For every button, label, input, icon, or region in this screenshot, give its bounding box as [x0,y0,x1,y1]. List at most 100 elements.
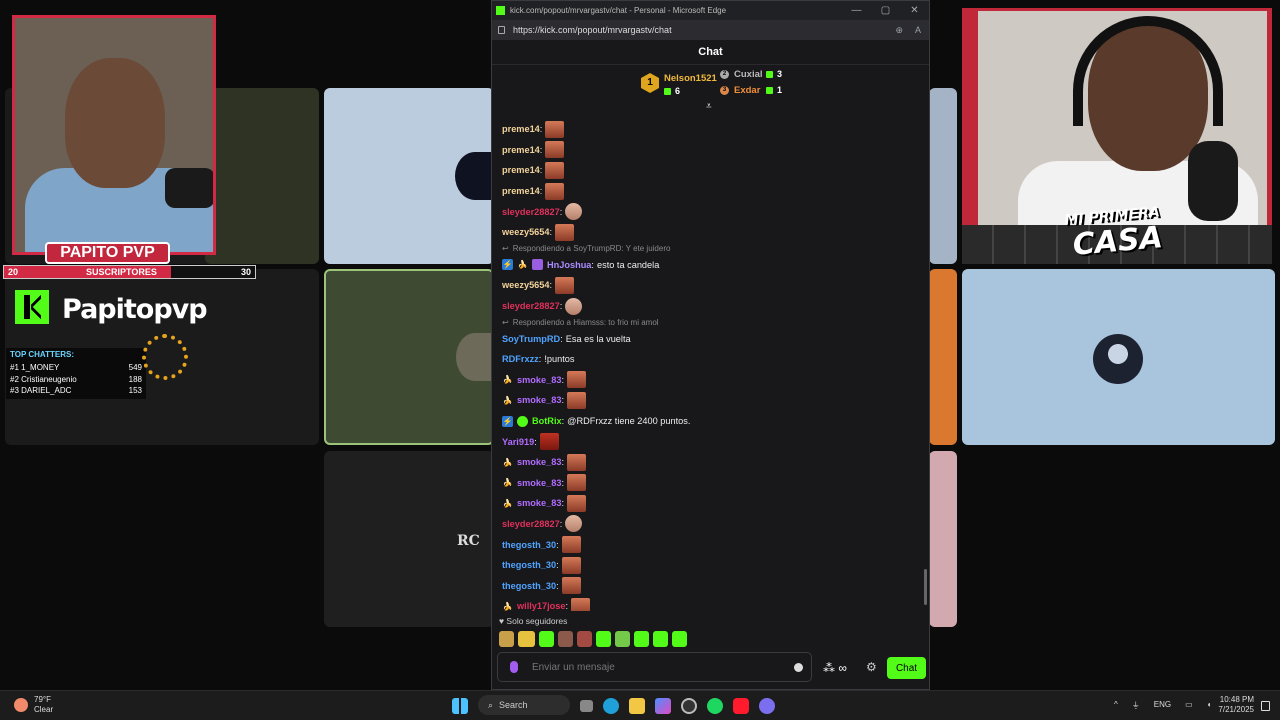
leader-third-name[interactable]: Exdar [734,85,760,96]
chat-username[interactable]: RDFrxzz [502,354,539,364]
emote-image[interactable] [545,182,565,200]
chat-message-input[interactable] [532,661,794,673]
taskbar-search[interactable]: ⌕ Search [478,695,570,715]
emote-button[interactable] [615,631,630,647]
username-colon: : [561,374,565,385]
emoji-picker-icon[interactable] [794,662,803,672]
emote-button[interactable] [672,631,687,647]
emote-image[interactable] [561,556,581,574]
network-icon[interactable]: ▭ [1185,700,1193,711]
opera-icon[interactable] [733,698,749,714]
chat-username[interactable]: weezy5654 [502,227,550,237]
chat-username[interactable]: weezy5654 [502,280,550,290]
discord-icon[interactable] [759,698,775,714]
verified-badge-icon: ⚡ [502,259,513,271]
chat-username[interactable]: smoke_83 [517,375,561,385]
chat-username[interactable]: thegosth_30 [502,540,556,550]
read-aloud-icon[interactable]: A [915,25,921,36]
emote-button[interactable] [653,631,668,647]
close-button[interactable]: ✕ [900,5,929,16]
reply-context[interactable]: ↩ Respondiendo a Hiamsss: to frio mi amol [492,316,929,328]
chat-username[interactable]: HnJoshua [547,260,591,270]
emote-button[interactable] [518,631,535,647]
emote-image[interactable] [545,120,565,138]
chat-username[interactable]: sleyder28827 [502,207,560,217]
emote-image[interactable] [567,453,587,471]
task-view-icon[interactable] [580,700,593,712]
chat-username[interactable]: thegosth_30 [502,581,556,591]
chat-username[interactable]: smoke_83 [517,478,561,488]
address-bar[interactable]: https://kick.com/popout/mrvargastv/chat … [492,20,929,40]
emote-button[interactable] [558,631,573,647]
chat-username[interactable]: preme14 [502,145,540,155]
weather-widget[interactable]: 79°F Clear [14,695,53,715]
microphone-tray-icon[interactable]: ⏚ [1132,700,1140,711]
emote-image[interactable] [565,515,583,533]
video-tile [929,269,957,445]
leader-second-name[interactable]: Cuxial [734,69,763,80]
system-tray: ^ ⏚ ENG ▭ ◖ [1114,700,1212,711]
leader-second-gifts: 3 [766,69,782,79]
chat-username[interactable]: preme14 [502,124,540,134]
emote-image[interactable] [565,203,583,221]
chat-username[interactable]: sleyder28827 [502,301,560,311]
minimize-button[interactable]: — [842,5,871,16]
emote-image[interactable] [561,536,581,554]
emote-button[interactable] [539,631,554,647]
url-text[interactable]: https://kick.com/popout/mrvargastv/chat [513,25,672,35]
emote-button[interactable] [577,631,592,647]
emote-button[interactable] [634,631,649,647]
chat-username[interactable]: thegosth_30 [502,560,556,570]
chat-username[interactable]: smoke_83 [517,395,561,405]
chat-username[interactable]: SoyTrumpRD [502,334,560,344]
chat-username[interactable]: Yari919 [502,437,534,447]
windows-start-icon[interactable] [452,698,468,714]
chat-username[interactable]: smoke_83 [517,498,561,508]
zoom-icon[interactable]: ⊕ [895,25,903,36]
emote-image[interactable] [567,494,587,512]
emote-image[interactable] [555,223,575,241]
leader-first-name[interactable]: Nelson1521 [664,73,717,84]
emote-image[interactable] [555,276,575,294]
file-explorer-icon[interactable] [629,698,645,714]
tray-expand-icon[interactable]: ^ [1114,700,1118,711]
banana-badge-icon: 🍌 [502,375,513,385]
volume-icon[interactable]: ◖ [1207,700,1212,711]
send-chat-button[interactable]: Chat [887,657,926,679]
emote-image[interactable] [545,161,565,179]
points-button[interactable]: ⁂ ∞ [823,661,847,675]
emote-image[interactable] [567,474,587,492]
emote-image[interactable] [571,597,591,611]
spotify-icon[interactable] [707,698,723,714]
emote-image[interactable] [545,141,565,159]
emote-button[interactable] [499,631,514,647]
chat-message-list[interactable]: preme14: preme14: preme14: preme14: sleyder2… [492,119,929,611]
chat-username[interactable]: preme14 [502,165,540,175]
language-indicator[interactable]: ENG [1154,700,1171,711]
emote-image[interactable] [567,371,587,389]
chat-username[interactable]: BotRix [532,416,562,426]
emote-image[interactable] [567,391,587,409]
notification-center-icon[interactable] [1261,701,1270,711]
mic-icon[interactable] [510,661,518,673]
pinned-collapse-icon[interactable]: ⩡ [706,101,712,112]
maximize-button[interactable]: ▢ [871,5,900,16]
search-label: Search [499,700,528,710]
banana-badge-icon: 🍌 [517,260,528,270]
emote-image[interactable] [539,433,559,451]
emote-button[interactable] [596,631,611,647]
chat-username[interactable]: willy17jose [517,601,566,611]
chat-settings-gear-icon[interactable]: ⚙ [866,660,877,674]
taskbar-clock[interactable]: 10:48 PM 7/21/2025 [1216,695,1254,715]
emote-image[interactable] [565,297,583,315]
edge-icon[interactable] [603,698,619,714]
copilot-icon[interactable] [655,698,671,714]
emote-image[interactable] [561,577,581,595]
obs-icon[interactable] [681,698,697,714]
chat-username[interactable]: smoke_83 [517,457,561,467]
chat-username[interactable]: sleyder28827 [502,519,560,529]
chat-scrollbar[interactable] [924,569,927,605]
reply-context[interactable]: ↩ Respondiendo a SoyTrumpRD: Y ete juider… [492,243,929,255]
chat-username[interactable]: preme14 [502,186,540,196]
reply-text: Respondiendo a SoyTrumpRD: Y ete juidero [512,244,671,254]
